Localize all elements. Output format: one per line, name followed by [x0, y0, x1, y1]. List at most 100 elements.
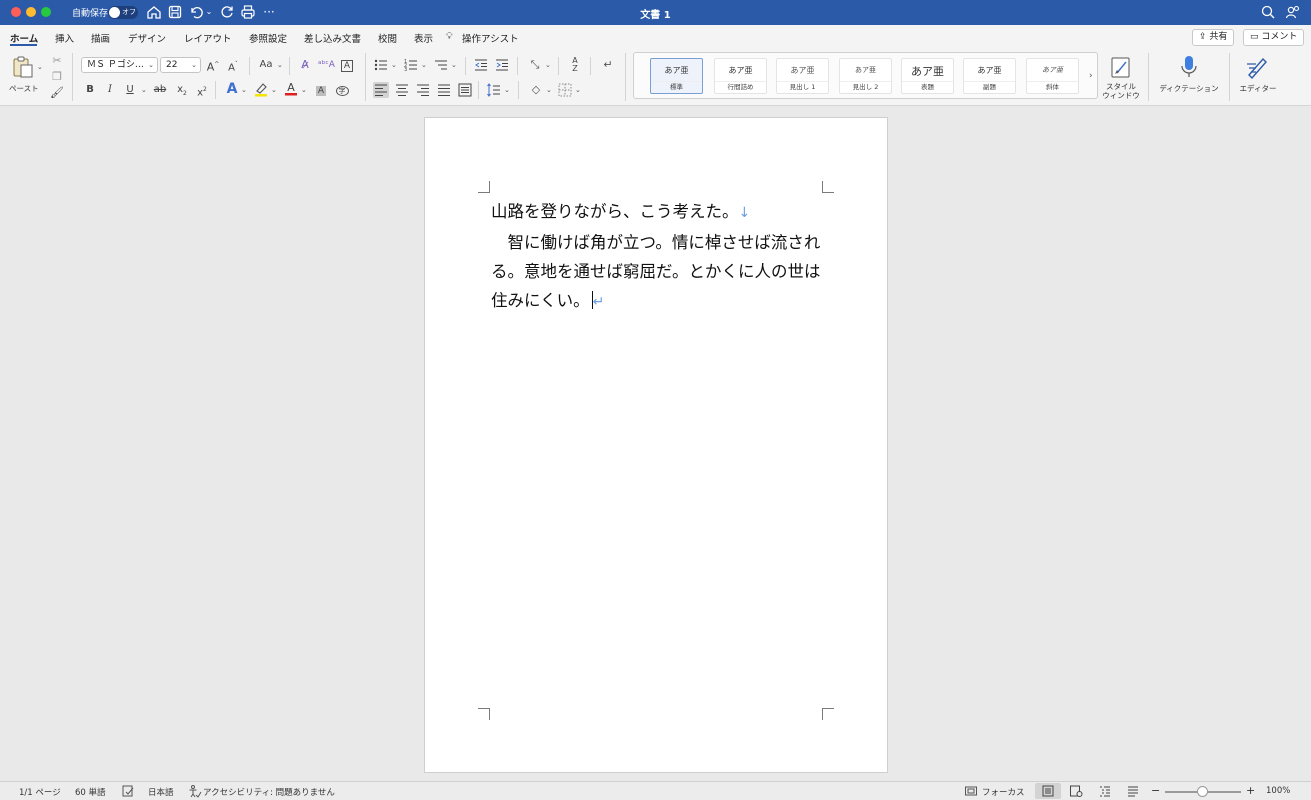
shrink-font-icon[interactable]: Aˇ — [225, 57, 241, 73]
tab-view[interactable]: 表示 — [414, 31, 433, 45]
shading-icon[interactable]: ◇ — [528, 82, 544, 98]
paragraph: 山路を登りながら、こう考えた。↓ — [491, 197, 827, 228]
decrease-indent-icon[interactable] — [473, 57, 489, 73]
style-emphasis[interactable]: あア亜 斜体 — [1026, 58, 1079, 94]
chevron-down-icon[interactable]: ⌄ — [141, 86, 147, 94]
line-spacing-icon[interactable] — [486, 82, 502, 98]
word-count[interactable]: 60 単語 — [75, 786, 106, 798]
highlight-icon[interactable] — [253, 81, 269, 97]
account-icon[interactable] — [1285, 4, 1301, 20]
font-name-select[interactable]: ＭＳ Ｐゴシ… ⌄ — [81, 57, 158, 73]
font-size-value: 22 — [166, 60, 178, 70]
chevron-down-icon[interactable]: ⌄ — [301, 86, 307, 94]
tab-references[interactable]: 参照設定 — [249, 31, 287, 45]
comments-button[interactable]: ▭ コメント — [1243, 29, 1305, 46]
format-painter-icon[interactable]: 🖌︎ — [49, 85, 65, 101]
increase-indent-icon[interactable] — [494, 57, 510, 73]
chevron-down-icon[interactable]: ⌄ — [271, 86, 277, 94]
zoom-out-button[interactable]: − — [1151, 784, 1160, 797]
microphone-icon[interactable] — [1177, 54, 1201, 80]
text-effects-icon[interactable]: A — [224, 81, 240, 97]
document-page[interactable]: 山路を登りながら、こう考えた。↓ 智に働けば角が立つ。情に棹させば流される。意地… — [424, 117, 888, 773]
separator — [625, 53, 626, 101]
draft-view-button[interactable] — [1120, 783, 1146, 799]
character-border-icon[interactable]: A — [339, 57, 355, 73]
style-no-spacing[interactable]: あア亜 行間詰め — [714, 58, 767, 94]
web-layout-view-button[interactable] — [1063, 783, 1089, 799]
tab-review[interactable]: 校閲 — [378, 31, 397, 45]
proofing-icon[interactable] — [121, 784, 135, 798]
tab-draw[interactable]: 描画 — [91, 31, 110, 45]
document-body[interactable]: 山路を登りながら、こう考えた。↓ 智に働けば角が立つ。情に棹させば流される。意地… — [491, 197, 827, 317]
separator — [215, 81, 216, 99]
chevron-down-icon[interactable]: ⌄ — [241, 86, 247, 94]
distributed-icon[interactable] — [457, 82, 473, 98]
enclose-characters-icon[interactable]: 字 — [334, 82, 350, 98]
superscript-icon[interactable]: x2 — [194, 82, 210, 98]
tab-design[interactable]: デザイン — [128, 31, 166, 45]
tab-mailings[interactable]: 差し込み文書 — [304, 31, 361, 45]
justify-icon[interactable] — [436, 82, 452, 98]
tab-insert[interactable]: 挿入 — [55, 31, 74, 45]
editor-icon[interactable] — [1244, 54, 1270, 80]
chevron-down-icon[interactable]: ⌄ — [546, 86, 552, 94]
multilevel-list-icon[interactable] — [433, 57, 449, 73]
page-count[interactable]: 1/1 ページ — [19, 786, 61, 798]
style-heading-2[interactable]: あア亜 見出し 2 — [839, 58, 892, 94]
search-icon[interactable] — [1260, 4, 1276, 20]
accessibility-icon[interactable] — [188, 784, 202, 798]
clear-formatting-icon[interactable]: A̷ — [297, 57, 313, 73]
copy-icon[interactable]: ❐ — [49, 69, 65, 85]
zoom-in-button[interactable]: + — [1246, 784, 1255, 797]
chevron-down-icon[interactable]: ⌄ — [504, 86, 510, 94]
outline-view-button[interactable] — [1092, 783, 1118, 799]
align-right-icon[interactable] — [415, 82, 431, 98]
show-formatting-marks-icon[interactable]: ↵ — [600, 57, 616, 73]
sort-icon[interactable]: AZ — [567, 57, 583, 73]
focus-button[interactable]: フォーカス — [982, 786, 1025, 798]
subscript-icon[interactable]: x2 — [174, 82, 190, 98]
style-heading-1[interactable]: あア亜 見出し 1 — [776, 58, 829, 94]
chevron-down-icon[interactable]: ⌄ — [277, 61, 283, 69]
chevron-down-icon[interactable]: ⌄ — [575, 86, 581, 94]
line-break-mark: ↓ — [738, 205, 751, 221]
align-center-icon[interactable] — [394, 82, 410, 98]
print-layout-view-button[interactable] — [1035, 783, 1061, 799]
change-case-button[interactable]: Aa — [256, 57, 276, 73]
font-size-select[interactable]: 22 ⌄ — [160, 57, 201, 73]
chevron-down-icon[interactable]: ⌄ — [545, 61, 551, 69]
language-indicator[interactable]: 日本語 — [148, 786, 174, 798]
share-button[interactable]: ⇪ 共有 — [1192, 29, 1235, 46]
character-shading-icon[interactable]: A — [313, 82, 329, 98]
style-title[interactable]: あア亜 表題 — [901, 58, 954, 94]
zoom-level[interactable]: 100% — [1266, 786, 1290, 796]
strikethrough-icon[interactable]: ab — [152, 82, 168, 98]
style-subtitle[interactable]: あア亜 副題 — [963, 58, 1016, 94]
italic-icon[interactable]: I — [102, 82, 118, 98]
bullets-icon[interactable] — [373, 57, 389, 73]
tab-layout[interactable]: レイアウト — [184, 31, 232, 45]
tab-home[interactable]: ホーム — [10, 31, 38, 45]
grow-font-icon[interactable]: A^ — [205, 57, 221, 74]
align-left-icon[interactable] — [373, 82, 389, 98]
paste-dropdown-icon[interactable]: ⌄ — [37, 63, 43, 71]
chevron-down-icon[interactable]: ⌄ — [451, 61, 457, 69]
paste-icon[interactable] — [12, 55, 34, 79]
tab-tell-me[interactable]: 操作アシスト — [462, 31, 519, 45]
zoom-slider-handle[interactable] — [1197, 786, 1208, 797]
styles-pane-icon[interactable] — [1109, 55, 1133, 79]
chevron-down-icon[interactable]: ⌄ — [421, 61, 427, 69]
chevron-right-icon[interactable]: › — [1089, 71, 1093, 81]
cut-icon[interactable]: ✂ — [49, 53, 65, 69]
numbering-icon[interactable]: 123 — [403, 57, 419, 73]
style-normal[interactable]: あア亜 標準 — [650, 58, 703, 94]
accessibility-status[interactable]: アクセシビリティ: 問題ありません — [203, 786, 335, 798]
bold-icon[interactable]: B — [82, 82, 98, 98]
phonetic-guide-icon[interactable]: ᵃᵇᶜA — [318, 57, 335, 73]
underline-icon[interactable]: U — [122, 82, 138, 98]
chevron-down-icon[interactable]: ⌄ — [391, 61, 397, 69]
font-color-icon[interactable]: A — [283, 80, 299, 96]
asian-layout-icon[interactable]: ⤡ — [527, 57, 543, 73]
borders-icon[interactable] — [557, 82, 573, 98]
focus-icon[interactable] — [964, 784, 978, 798]
